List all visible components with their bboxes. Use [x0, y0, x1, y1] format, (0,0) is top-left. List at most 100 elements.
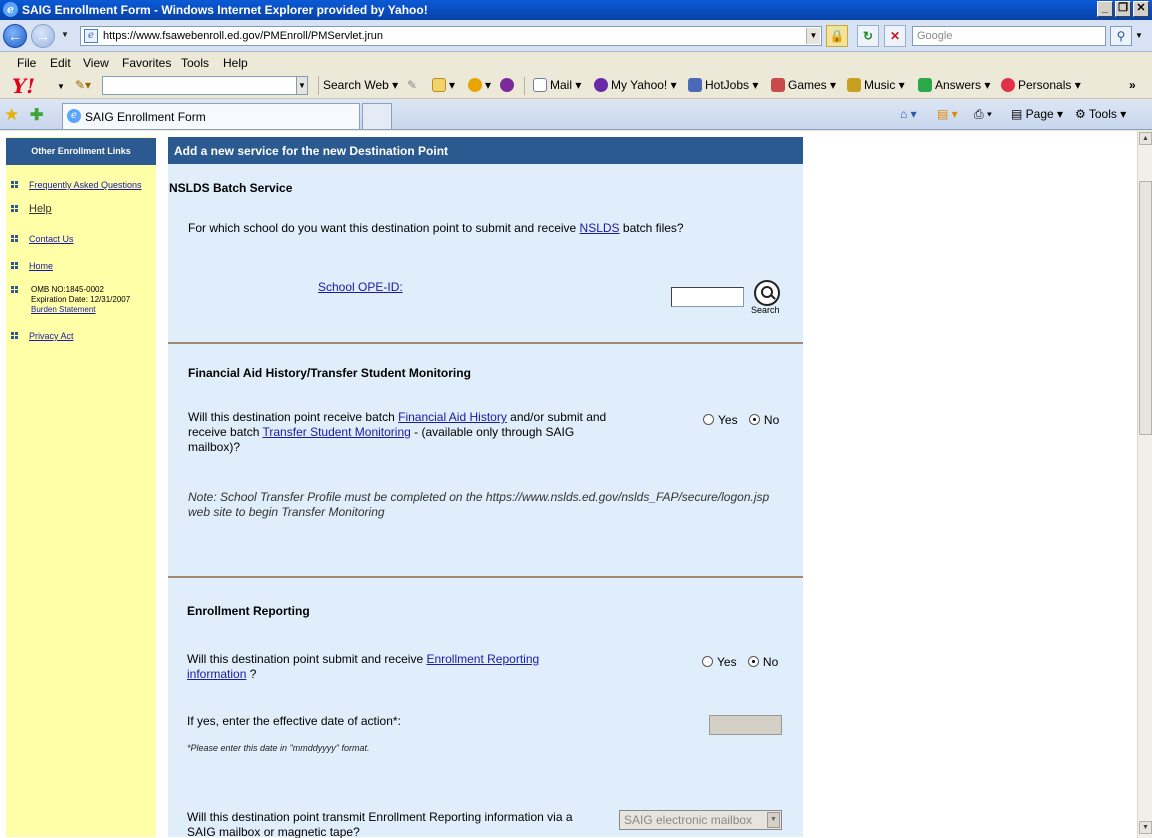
transmit-method-value: SAIG electronic mailbox	[624, 813, 753, 827]
main-heading: Add a new service for the new Destinatio…	[168, 137, 803, 164]
maximize-button[interactable]: ❐	[1115, 1, 1131, 17]
effective-date-input[interactable]	[709, 715, 782, 735]
pencil-icon[interactable]: ✎▾	[75, 78, 91, 92]
address-bar: ← → ▼ e https://www.fsawebenroll.ed.gov/…	[0, 20, 1152, 52]
music-button[interactable]: Music ▾	[847, 78, 905, 92]
url-text[interactable]: https://www.fsawebenroll.ed.gov/PMEnroll…	[103, 30, 383, 42]
yahoo-search-dropdown-icon[interactable]: ▼	[296, 76, 308, 95]
add-favorite-icon[interactable]: ✚	[30, 105, 43, 125]
history-dropdown-icon[interactable]: ▼	[60, 30, 70, 40]
answers-button[interactable]: Answers ▾	[918, 78, 990, 92]
toolbar-separator	[524, 77, 525, 95]
transfer-student-monitoring-link[interactable]: Transfer Student Monitoring	[263, 425, 411, 439]
page-viewport: Other Enrollment Links Frequently Asked …	[0, 131, 1152, 838]
fah-yes-radio[interactable]	[703, 414, 714, 425]
sidebar-item-faq[interactable]: Frequently Asked Questions	[11, 180, 142, 190]
tab-bar: ★ ✚ e SAIG Enrollment Form ⌂ ▾ ▤ ▾ ⎙ ▾ ▤…	[0, 99, 1152, 130]
enrollment-yes-radio[interactable]	[702, 656, 713, 667]
antispy-icon[interactable]	[500, 78, 517, 92]
yahoo-search-input[interactable]	[102, 76, 298, 95]
sidebar-item-contact[interactable]: Contact Us	[11, 234, 74, 244]
close-window-button[interactable]: ✕	[1133, 1, 1149, 17]
heart-icon	[1001, 78, 1015, 92]
scroll-down-icon[interactable]: ▼	[1139, 821, 1152, 834]
back-button[interactable]: ←	[3, 24, 27, 48]
feeds-icon[interactable]: ▤ ▾	[937, 107, 958, 121]
bullet-icon	[11, 262, 18, 269]
lock-icon[interactable]: 🔒	[826, 25, 848, 47]
sidebar-item-privacy[interactable]: Privacy Act	[11, 331, 74, 341]
my-yahoo-button[interactable]: My Yahoo! ▾	[594, 78, 677, 92]
sidebar-item-home[interactable]: Home	[11, 261, 53, 271]
bullet-icon	[11, 235, 18, 242]
ie-page-icon: e	[67, 109, 81, 123]
enrollment-no-radio[interactable]	[747, 656, 759, 667]
tab-saig-enrollment[interactable]: e SAIG Enrollment Form	[62, 103, 360, 129]
menu-file[interactable]: File	[17, 56, 36, 70]
fah-no-radio[interactable]	[748, 414, 760, 425]
menu-help[interactable]: Help	[223, 56, 248, 70]
nslds-link[interactable]: NSLDS	[580, 221, 620, 235]
yahoo-search-web-button[interactable]: Search Web ▾	[318, 76, 402, 95]
bullet-icon	[11, 205, 18, 212]
burden-statement-link[interactable]: Burden Statement	[31, 305, 95, 314]
search-input[interactable]: Google	[912, 26, 1106, 46]
yahoo-logo-icon[interactable]: Y!	[12, 74, 35, 98]
search-label[interactable]: Search	[751, 305, 780, 315]
vertical-scrollbar[interactable]: ▲ ▼	[1137, 131, 1152, 838]
fah-no-label[interactable]: No	[764, 413, 779, 427]
school-ope-id-link[interactable]: School OPE-ID:	[318, 280, 403, 295]
fah-yes-label[interactable]: Yes	[718, 413, 738, 427]
globe-icon[interactable]: ▾	[468, 78, 491, 92]
games-label: Games	[788, 78, 827, 92]
financial-aid-history-link[interactable]: Financial Aid History	[398, 410, 507, 424]
form-fill-icon[interactable]: ▾	[432, 78, 455, 92]
privacy-link[interactable]: Privacy Act	[29, 331, 74, 341]
yahoo-menu-dropdown-icon[interactable]: ▼	[57, 82, 65, 91]
home-link[interactable]: Home	[29, 261, 53, 271]
menu-tools[interactable]: Tools	[181, 56, 209, 70]
search-icon[interactable]	[754, 280, 780, 306]
music-label: Music	[864, 78, 896, 92]
search-options-dropdown-icon[interactable]: ▼	[1133, 26, 1145, 46]
search-go-icon[interactable]: ⚲	[1110, 26, 1132, 46]
highlight-icon[interactable]: ✎	[407, 78, 417, 92]
menu-bar: File Edit View Favorites Tools Help	[0, 53, 1152, 73]
url-dropdown-icon[interactable]: ▼	[806, 28, 820, 44]
select-arrow-icon[interactable]: ▼	[767, 812, 780, 828]
scroll-thumb[interactable]	[1139, 181, 1152, 435]
page-menu-button[interactable]: ▤ Page ▾	[1011, 107, 1063, 121]
url-field[interactable]: e https://www.fsawebenroll.ed.gov/PMEnro…	[80, 26, 822, 46]
forward-button[interactable]: →	[31, 24, 55, 48]
print-icon[interactable]: ⎙ ▾	[974, 107, 992, 122]
ope-id-input[interactable]	[671, 287, 744, 307]
ie-logo-icon: e	[3, 2, 18, 17]
toolbar-more-chevron-icon[interactable]: »	[1129, 78, 1136, 92]
personals-button[interactable]: Personals ▾	[1001, 78, 1081, 92]
menu-favorites[interactable]: Favorites	[122, 56, 171, 70]
hotjobs-button[interactable]: HotJobs ▾	[688, 78, 758, 92]
games-button[interactable]: Games ▾	[771, 78, 836, 92]
menu-view[interactable]: View	[83, 56, 109, 70]
nslds-question-pre: For which school do you want this destin…	[188, 221, 580, 235]
refresh-button[interactable]: ↻	[857, 25, 879, 47]
stop-button[interactable]: ✕	[884, 25, 906, 47]
enrollment-no-label[interactable]: No	[763, 655, 778, 669]
transmit-method-select[interactable]: SAIG electronic mailbox ▼	[619, 810, 782, 830]
help-link[interactable]: Help	[29, 203, 52, 215]
tools-menu-button[interactable]: ⚙ Tools ▾	[1075, 107, 1126, 121]
home-icon[interactable]: ⌂ ▾	[900, 107, 917, 121]
new-tab-button[interactable]	[362, 103, 392, 129]
minimize-button[interactable]: _	[1097, 1, 1113, 17]
menu-edit[interactable]: Edit	[50, 56, 71, 70]
enrollment-radio-group: Yes No	[702, 655, 786, 669]
section-divider	[168, 342, 803, 344]
nslds-section-title: NSLDS Batch Service	[169, 181, 293, 195]
contact-link[interactable]: Contact Us	[29, 234, 74, 244]
enrollment-yes-label[interactable]: Yes	[717, 655, 737, 669]
scroll-up-icon[interactable]: ▲	[1139, 132, 1152, 145]
faq-link[interactable]: Frequently Asked Questions	[29, 180, 142, 190]
sidebar-item-help[interactable]: Help	[11, 203, 52, 215]
favorites-star-icon[interactable]: ★	[4, 105, 19, 125]
yahoo-mail-button[interactable]: Mail ▾	[533, 78, 581, 92]
